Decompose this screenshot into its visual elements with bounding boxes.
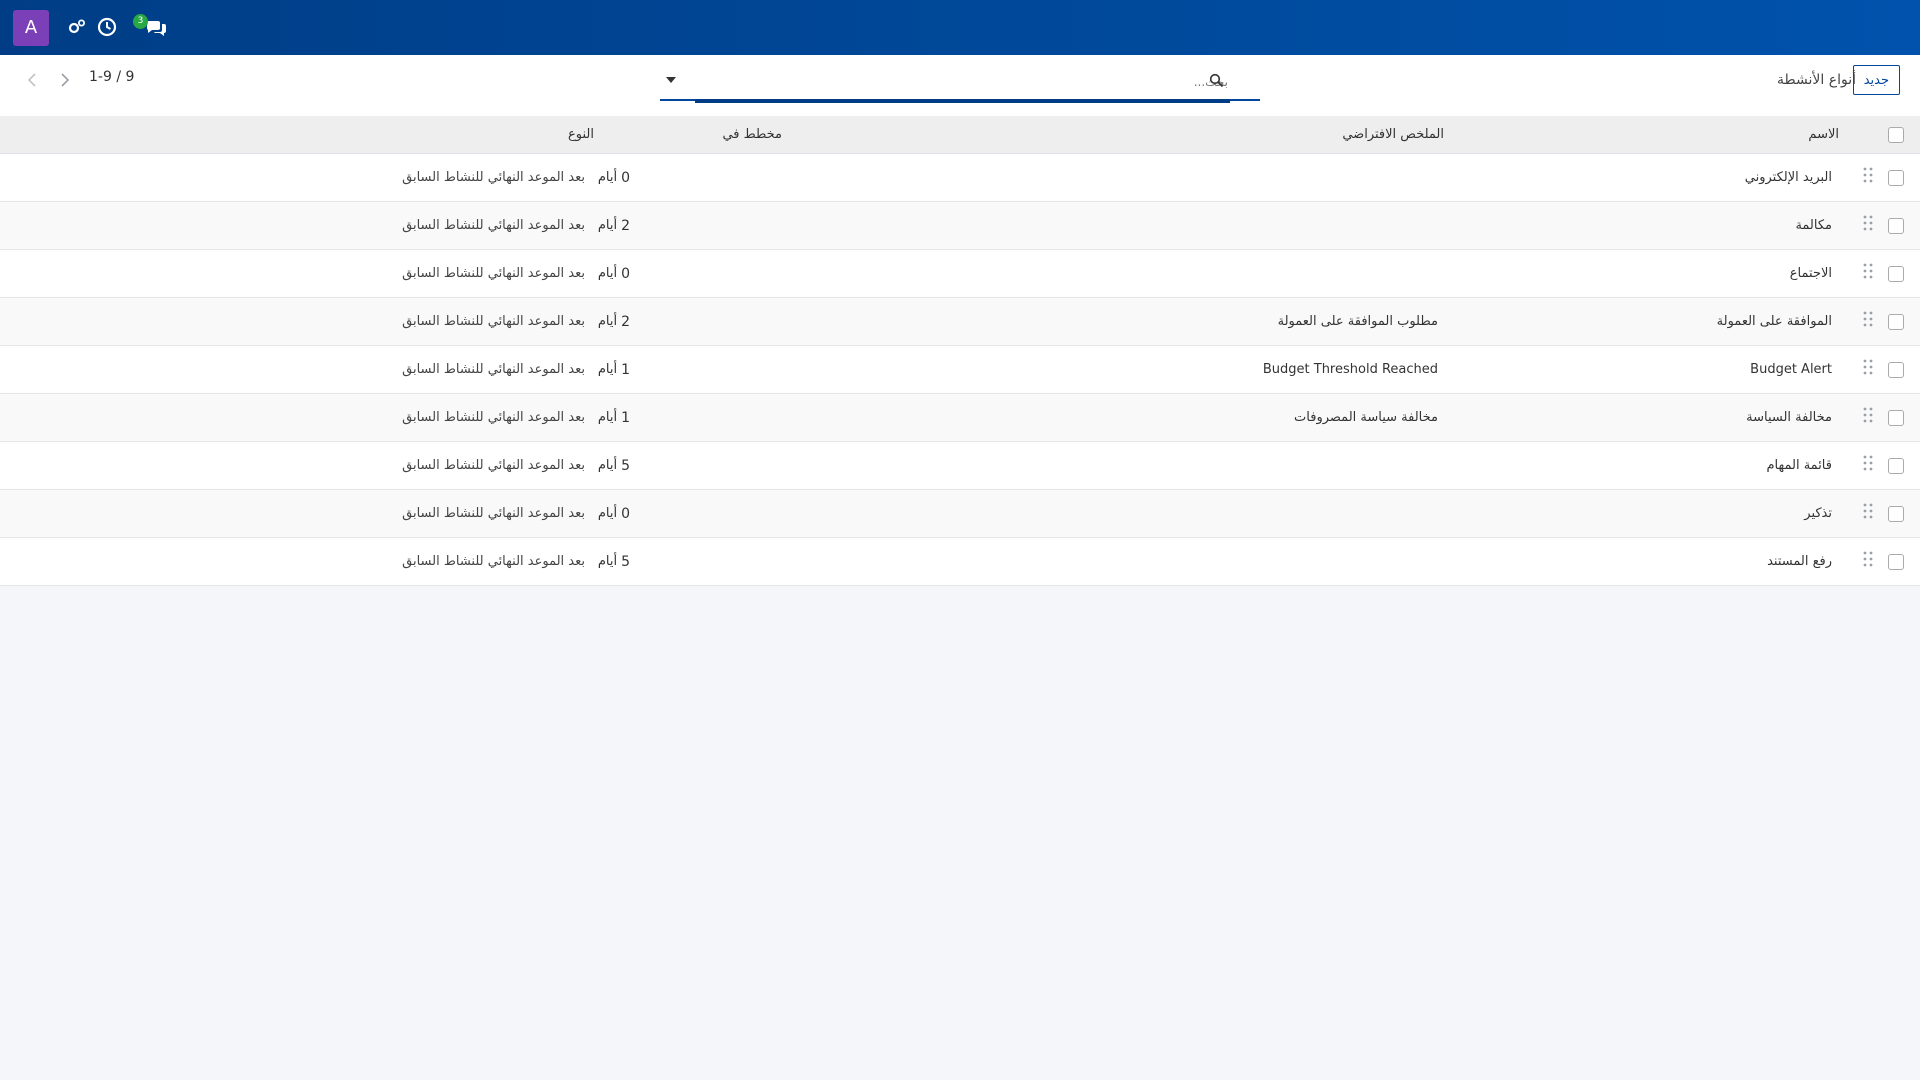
row-checkbox[interactable] bbox=[1888, 553, 1904, 570]
row-checkbox[interactable] bbox=[1888, 265, 1904, 282]
search-bar bbox=[660, 65, 1260, 103]
cell-type: بعد الموعد النهائي للنشاط السابق bbox=[402, 314, 585, 329]
table-row[interactable]: Budget Alert Budget Threshold Reached 1 أيا… bbox=[0, 346, 1920, 394]
cell-type: بعد الموعد النهائي للنشاط السابق bbox=[402, 170, 585, 185]
drag-handle-icon[interactable] bbox=[1862, 214, 1874, 232]
cell-planned-days: 5 bbox=[621, 553, 630, 570]
cell-planned-days: 2 bbox=[621, 313, 630, 330]
cell-planned-unit: أيام bbox=[597, 170, 618, 185]
row-checkbox[interactable] bbox=[1888, 505, 1904, 522]
cell-type: بعد الموعد النهائي للنشاط السابق bbox=[402, 362, 585, 377]
table-header-row: الاسم الملخص الافتراضي مخطط في النوع bbox=[0, 116, 1920, 154]
drag-handle-icon[interactable] bbox=[1862, 406, 1874, 424]
search-options-dropdown-icon[interactable] bbox=[666, 77, 676, 83]
cell-planned-unit: أيام bbox=[597, 506, 618, 521]
cell-planned-days: 5 bbox=[621, 457, 630, 474]
cell-type: بعد الموعد النهائي للنشاط السابق bbox=[402, 506, 585, 521]
drag-handle-icon[interactable] bbox=[1862, 550, 1874, 568]
cell-type: بعد الموعد النهائي للنشاط السابق bbox=[402, 410, 585, 425]
cell-planned: 5 أيام bbox=[598, 538, 630, 585]
cell-type: بعد الموعد النهائي للنشاط السابق bbox=[402, 218, 585, 233]
cell-planned: 1 أيام bbox=[598, 346, 630, 393]
cell-planned-unit: أيام bbox=[597, 266, 618, 281]
cell-planned: 2 أيام bbox=[598, 202, 630, 249]
new-button[interactable]: جديد bbox=[1852, 65, 1900, 95]
cell-planned: 0 أيام bbox=[598, 490, 630, 537]
cell-planned-unit: أيام bbox=[597, 362, 618, 377]
cell-planned-unit: أيام bbox=[597, 218, 618, 233]
clock-icon[interactable] bbox=[96, 16, 118, 38]
cell-planned-unit: أيام bbox=[597, 314, 618, 329]
cell-summary: مخالفة سياسة المصروفات bbox=[1294, 410, 1438, 425]
user-avatar[interactable]: A bbox=[13, 10, 49, 46]
drag-handle-icon[interactable] bbox=[1862, 166, 1874, 184]
cell-name: الموافقة على العمولة bbox=[1716, 314, 1832, 329]
top-navbar: A 3 bbox=[0, 0, 1920, 55]
search-field-wrapper bbox=[695, 65, 1230, 103]
table-row[interactable]: رفع المستند 5 أيام بعد الموعد النهائي للنشا… bbox=[0, 538, 1920, 586]
cell-type: بعد الموعد النهائي للنشاط السابق bbox=[402, 554, 585, 569]
page-title: أنواع الأنشطة bbox=[1777, 72, 1856, 88]
column-header-summary[interactable]: الملخص الافتراضي bbox=[1342, 116, 1444, 153]
cell-name: مخالفة السياسة bbox=[1746, 410, 1832, 425]
cell-summary: مطلوب الموافقة على العمولة bbox=[1277, 314, 1438, 329]
cell-name: مكالمة bbox=[1795, 218, 1832, 233]
row-checkbox[interactable] bbox=[1888, 409, 1904, 426]
cell-planned-unit: أيام bbox=[597, 458, 618, 473]
search-input[interactable] bbox=[695, 69, 1230, 95]
cell-summary: Budget Threshold Reached bbox=[1262, 362, 1438, 377]
column-header-type[interactable]: النوع bbox=[568, 116, 594, 153]
table-row[interactable]: الموافقة على العمولة مطلوب الموافقة على ا… bbox=[0, 298, 1920, 346]
row-checkbox[interactable] bbox=[1888, 361, 1904, 378]
control-panel: جديد أنواع الأنشطة 1-9 / 9 bbox=[0, 55, 1920, 117]
pager-value: 1-9 / 9 bbox=[89, 69, 135, 85]
cell-planned: 0 أيام bbox=[598, 154, 630, 201]
table-row[interactable]: تذكير 0 أيام بعد الموعد النهائي للنشاط السا… bbox=[0, 490, 1920, 538]
drag-handle-icon[interactable] bbox=[1862, 262, 1874, 280]
table-row[interactable]: مخالفة السياسة مخالفة سياسة المصروفات 1 أيا… bbox=[0, 394, 1920, 442]
row-checkbox[interactable] bbox=[1888, 457, 1904, 474]
cell-planned-days: 0 bbox=[621, 505, 630, 522]
cell-type: بعد الموعد النهائي للنشاط السابق bbox=[402, 266, 585, 281]
cell-planned-unit: أيام bbox=[597, 410, 618, 425]
table-row[interactable]: الاجتماع 0 أيام بعد الموعد النهائي للنشاط ا… bbox=[0, 250, 1920, 298]
cell-name: الاجتماع bbox=[1789, 266, 1832, 281]
cell-type: بعد الموعد النهائي للنشاط السابق bbox=[402, 458, 585, 473]
drag-handle-icon[interactable] bbox=[1862, 502, 1874, 520]
cell-name: البريد الإلكتروني bbox=[1744, 170, 1832, 185]
drag-handle-icon[interactable] bbox=[1862, 310, 1874, 328]
table-body: البريد الإلكتروني 0 أيام بعد الموعد النهائي… bbox=[0, 154, 1920, 586]
cell-planned-days: 2 bbox=[621, 217, 630, 234]
row-checkbox[interactable] bbox=[1888, 217, 1904, 234]
row-checkbox[interactable] bbox=[1888, 313, 1904, 330]
column-header-planned[interactable]: مخطط في bbox=[722, 116, 782, 153]
cell-name: Budget Alert bbox=[1750, 362, 1832, 377]
cell-planned: 1 أيام bbox=[598, 394, 630, 441]
search-icon bbox=[1209, 73, 1224, 88]
message-count-badge: 3 bbox=[133, 14, 148, 29]
cell-name: رفع المستند bbox=[1767, 554, 1832, 569]
cell-planned: 5 أيام bbox=[598, 442, 630, 489]
cell-planned-unit: أيام bbox=[597, 554, 618, 569]
drag-handle-icon[interactable] bbox=[1862, 358, 1874, 376]
cell-planned: 0 أيام bbox=[598, 250, 630, 297]
cell-planned-days: 0 bbox=[621, 169, 630, 186]
pager-next-button[interactable] bbox=[50, 65, 80, 95]
settings-gears-icon[interactable] bbox=[66, 16, 88, 38]
select-all-checkbox[interactable] bbox=[1888, 126, 1904, 143]
activity-types-table: الاسم الملخص الافتراضي مخطط في النوع الب… bbox=[0, 116, 1920, 586]
pager-previous-button[interactable] bbox=[17, 65, 47, 95]
drag-handle-icon[interactable] bbox=[1862, 454, 1874, 472]
cell-planned-days: 0 bbox=[621, 265, 630, 282]
table-row[interactable]: البريد الإلكتروني 0 أيام بعد الموعد النهائي… bbox=[0, 154, 1920, 202]
cell-planned-days: 1 bbox=[621, 409, 630, 426]
cell-name: قائمة المهام bbox=[1766, 458, 1832, 473]
table-row[interactable]: مكالمة 2 أيام بعد الموعد النهائي للنشاط الس… bbox=[0, 202, 1920, 250]
cell-planned: 2 أيام bbox=[598, 298, 630, 345]
cell-name: تذكير bbox=[1804, 506, 1832, 521]
column-header-name[interactable]: الاسم bbox=[1808, 116, 1839, 153]
cell-planned-days: 1 bbox=[621, 361, 630, 378]
table-row[interactable]: قائمة المهام 5 أيام بعد الموعد النهائي للنش… bbox=[0, 442, 1920, 490]
row-checkbox[interactable] bbox=[1888, 169, 1904, 186]
